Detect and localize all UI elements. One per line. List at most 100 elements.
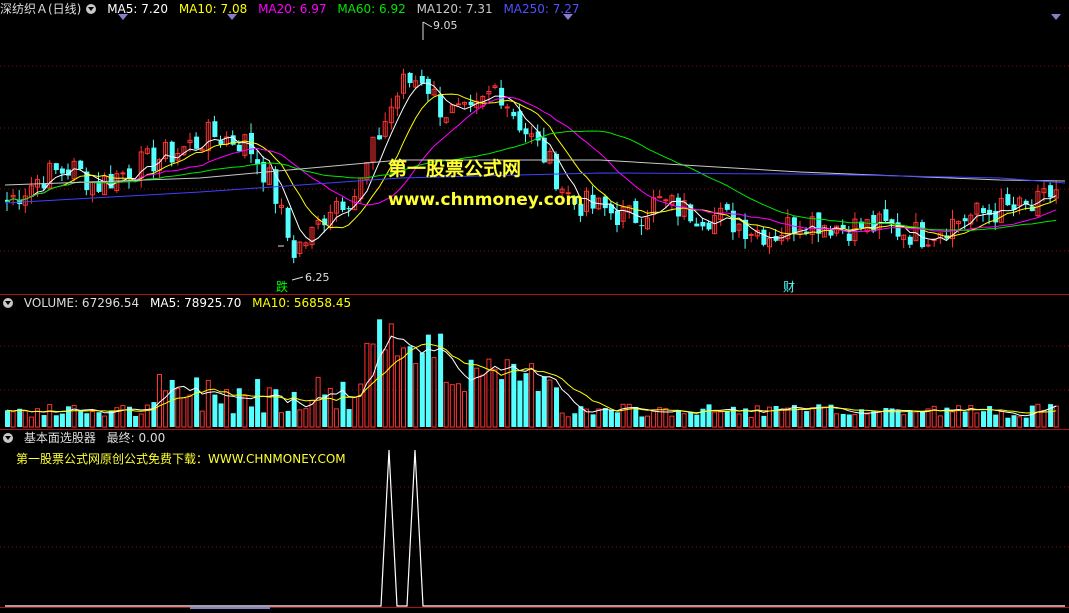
candle-body	[291, 240, 297, 258]
volume-bar	[1017, 416, 1023, 428]
candle-body	[511, 111, 517, 117]
dropdown-icon[interactable]	[86, 4, 97, 14]
ma20-line	[6, 96, 1057, 233]
indicator-line	[5, 449, 1065, 607]
volume-bar	[529, 363, 535, 428]
volume-bar	[315, 376, 321, 428]
volume-bar	[242, 395, 248, 428]
volume-bar	[255, 379, 261, 427]
candle-body	[120, 172, 126, 175]
volume-bar	[59, 413, 65, 427]
volume-bar	[864, 413, 870, 428]
volume-bar	[1041, 409, 1047, 428]
candle-body	[920, 222, 925, 248]
candle-body	[523, 128, 529, 135]
triangle-marker-icon	[1051, 14, 1061, 20]
candle-body	[706, 222, 712, 230]
volume-bar	[950, 411, 955, 428]
dropdown-icon[interactable]	[3, 298, 13, 308]
volume-bar	[230, 413, 236, 427]
candle-body	[962, 218, 968, 222]
cai-tag[interactable]: 财	[783, 278, 795, 295]
volume-bar	[645, 415, 650, 428]
volume-bar	[370, 343, 376, 428]
volume-bar	[517, 380, 523, 427]
volume-bar	[22, 410, 28, 428]
indicator-name: 基本面选股器	[23, 431, 96, 445]
volume-bar	[53, 415, 59, 427]
candle-body	[657, 196, 663, 199]
dropdown-icon[interactable]	[3, 433, 13, 443]
volume-bar	[443, 381, 449, 428]
volume-bar	[462, 390, 467, 428]
volume-bar	[394, 355, 400, 428]
candle-body	[846, 233, 852, 241]
ma120-label: MA120: 7.31	[416, 2, 493, 16]
volume-bar	[249, 406, 254, 427]
volume-bar	[748, 416, 754, 428]
volume-bar	[96, 412, 102, 427]
candle-body	[1029, 206, 1035, 212]
volume-bar	[804, 411, 810, 427]
candle-body	[425, 78, 431, 94]
volume-bar	[28, 416, 34, 428]
candle-body	[694, 223, 700, 227]
volume-bar	[871, 411, 877, 427]
volume-bar	[681, 413, 687, 428]
volume-bar	[706, 404, 712, 427]
volume-bar	[676, 410, 681, 427]
candle-body	[633, 201, 639, 223]
volume-bar	[876, 410, 882, 428]
volume-bar	[138, 413, 144, 428]
volume-bar	[596, 408, 602, 428]
volume-bar	[962, 411, 968, 427]
volume-bar	[279, 412, 284, 428]
stock-title: 深纺织Ａ(日线)	[0, 2, 82, 16]
candle-body	[602, 196, 608, 209]
candle-body	[455, 103, 461, 106]
volume-bar	[333, 408, 339, 428]
volume-bar	[175, 388, 181, 428]
die-tag[interactable]: 跌	[276, 278, 288, 295]
volume-bar	[352, 396, 358, 428]
indicator-subtitle: 第一股票公式网原创公式免费下载：WWW.CHNMONEY.COM	[16, 452, 346, 466]
volume-bar	[554, 387, 559, 427]
volume-bar	[218, 403, 224, 427]
triangle-marker-icon	[118, 14, 128, 20]
volume-bar	[377, 319, 383, 427]
candle-body	[438, 94, 444, 118]
candle-body	[639, 225, 645, 227]
volume-bar	[547, 379, 553, 428]
candle-body	[1048, 185, 1054, 198]
volume-bar	[431, 357, 437, 428]
volume-bar	[144, 404, 150, 428]
volume-bar	[236, 388, 242, 427]
volume-bar	[1029, 405, 1035, 427]
volume-bar	[419, 352, 425, 427]
indicator-final: 最终: 0.00	[106, 431, 166, 445]
volume-bar	[859, 409, 864, 427]
volume-bar	[559, 412, 565, 428]
candle-body	[340, 201, 346, 211]
candle-body	[816, 212, 822, 234]
candle-body	[53, 163, 59, 171]
volume-bar	[187, 394, 193, 428]
volume-bar	[1053, 405, 1059, 428]
volume-bar	[773, 405, 779, 427]
volume-bar	[1005, 417, 1011, 427]
ma120-line	[4, 159, 1066, 186]
volume-bar	[785, 407, 791, 428]
candle-body	[151, 147, 157, 172]
volume-bar	[266, 387, 272, 428]
volume-bar	[449, 384, 455, 428]
volume-bar	[608, 409, 614, 427]
volume-bar	[565, 416, 571, 428]
volume-bar	[767, 406, 772, 428]
candle-body	[169, 141, 175, 163]
candle-body	[663, 199, 669, 202]
volume-bar	[590, 414, 596, 427]
volume-bar	[974, 412, 980, 428]
volume-bar	[657, 407, 663, 428]
candle-body	[828, 230, 834, 236]
volume-bar	[602, 407, 608, 427]
